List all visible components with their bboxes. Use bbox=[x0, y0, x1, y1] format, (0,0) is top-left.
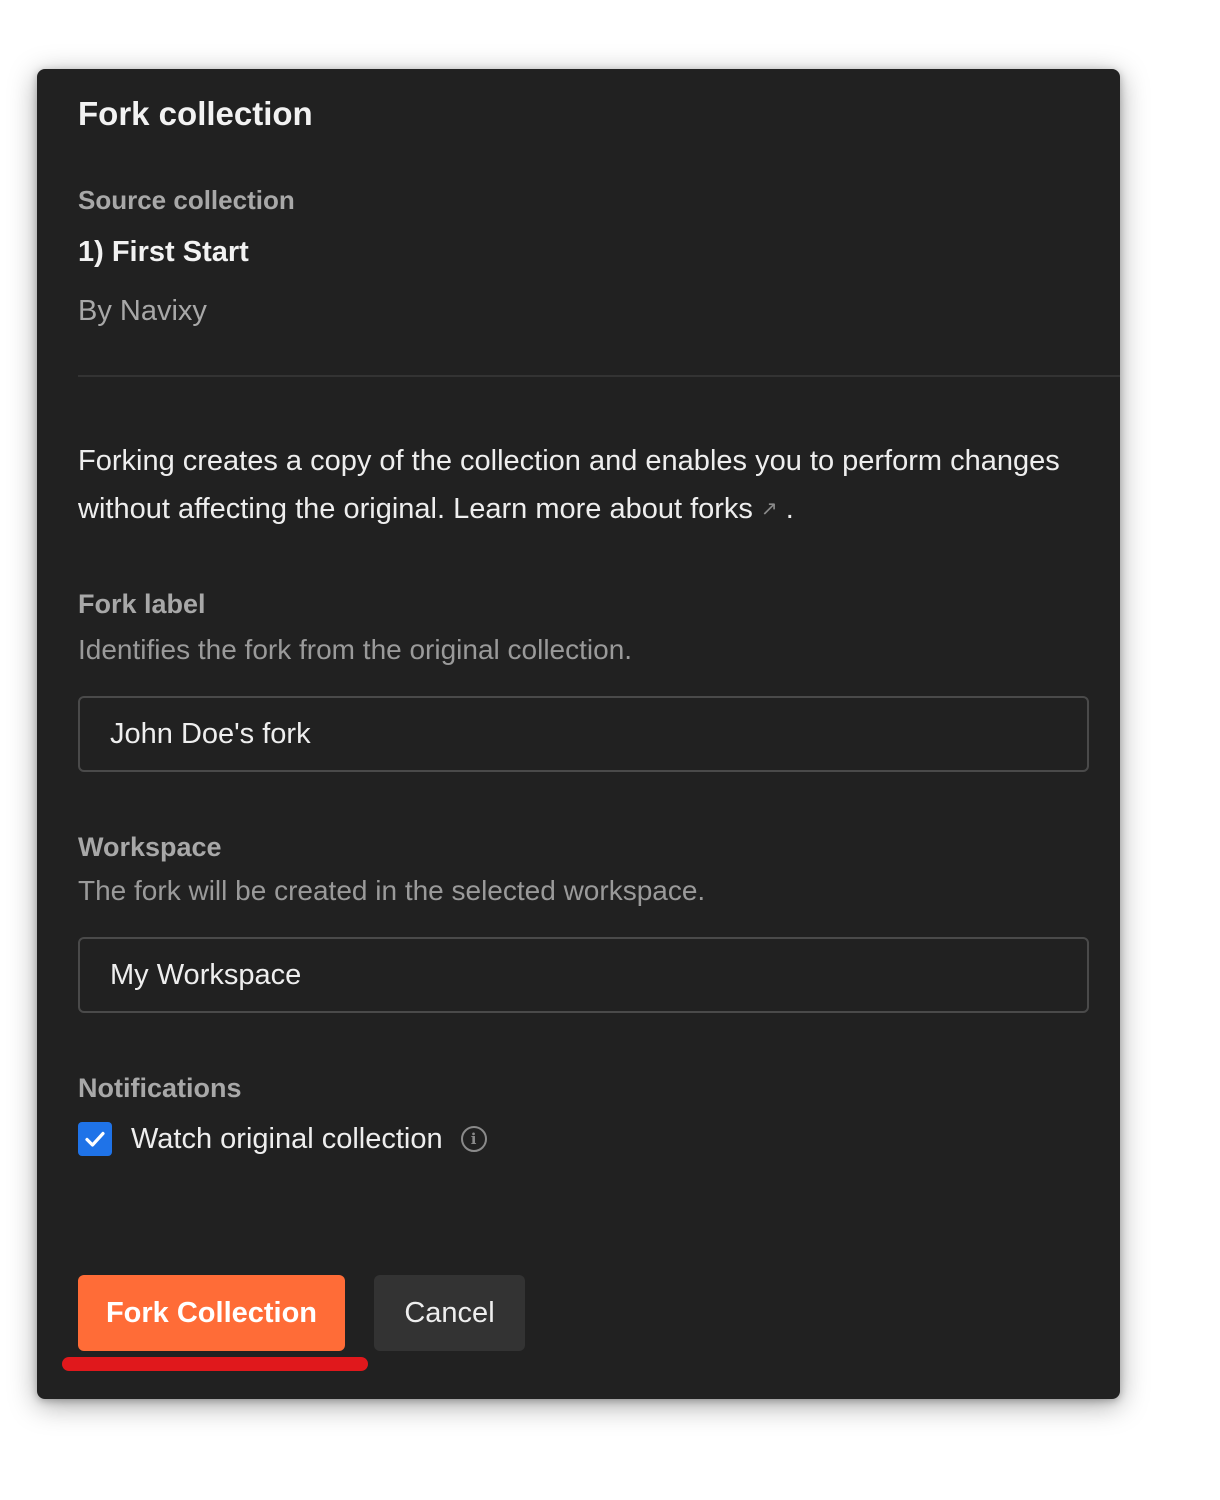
source-collection-heading: Source collection bbox=[78, 185, 295, 215]
description-suffix: . bbox=[785, 493, 794, 525]
watch-collection-checkbox[interactable] bbox=[78, 1122, 112, 1156]
watch-collection-row: Watch original collection i bbox=[78, 1121, 487, 1157]
source-collection-owner: By Navixy bbox=[78, 295, 207, 327]
workspace-heading: Workspace bbox=[78, 832, 222, 862]
watch-collection-label[interactable]: Watch original collection bbox=[131, 1123, 443, 1156]
external-link-icon[interactable]: ↗ bbox=[761, 485, 778, 533]
cancel-button[interactable]: Cancel bbox=[374, 1275, 525, 1351]
fork-label-help: Identifies the fork from the original co… bbox=[78, 634, 633, 665]
fork-label-heading: Fork label bbox=[78, 589, 206, 619]
annotation-underline bbox=[62, 1357, 368, 1371]
source-collection-name: 1) First Start bbox=[78, 236, 249, 268]
fork-label-input[interactable]: John Doe's fork bbox=[78, 696, 1089, 772]
checkmark-icon bbox=[85, 1131, 105, 1147]
fork-collection-dialog: Fork collection Source collection 1) Fir… bbox=[37, 69, 1120, 1399]
workspace-help: The fork will be created in the selected… bbox=[78, 875, 706, 906]
workspace-select[interactable]: My Workspace bbox=[78, 937, 1089, 1013]
info-icon[interactable]: i bbox=[460, 1126, 487, 1152]
fork-description: Forking creates a copy of the collection… bbox=[78, 437, 1078, 533]
notifications-heading: Notifications bbox=[78, 1073, 242, 1103]
divider bbox=[78, 375, 1120, 377]
dialog-title: Fork collection bbox=[78, 95, 313, 132]
fork-collection-button[interactable]: Fork Collection bbox=[78, 1275, 345, 1351]
description-text: Forking creates a copy of the collection… bbox=[78, 445, 1060, 525]
